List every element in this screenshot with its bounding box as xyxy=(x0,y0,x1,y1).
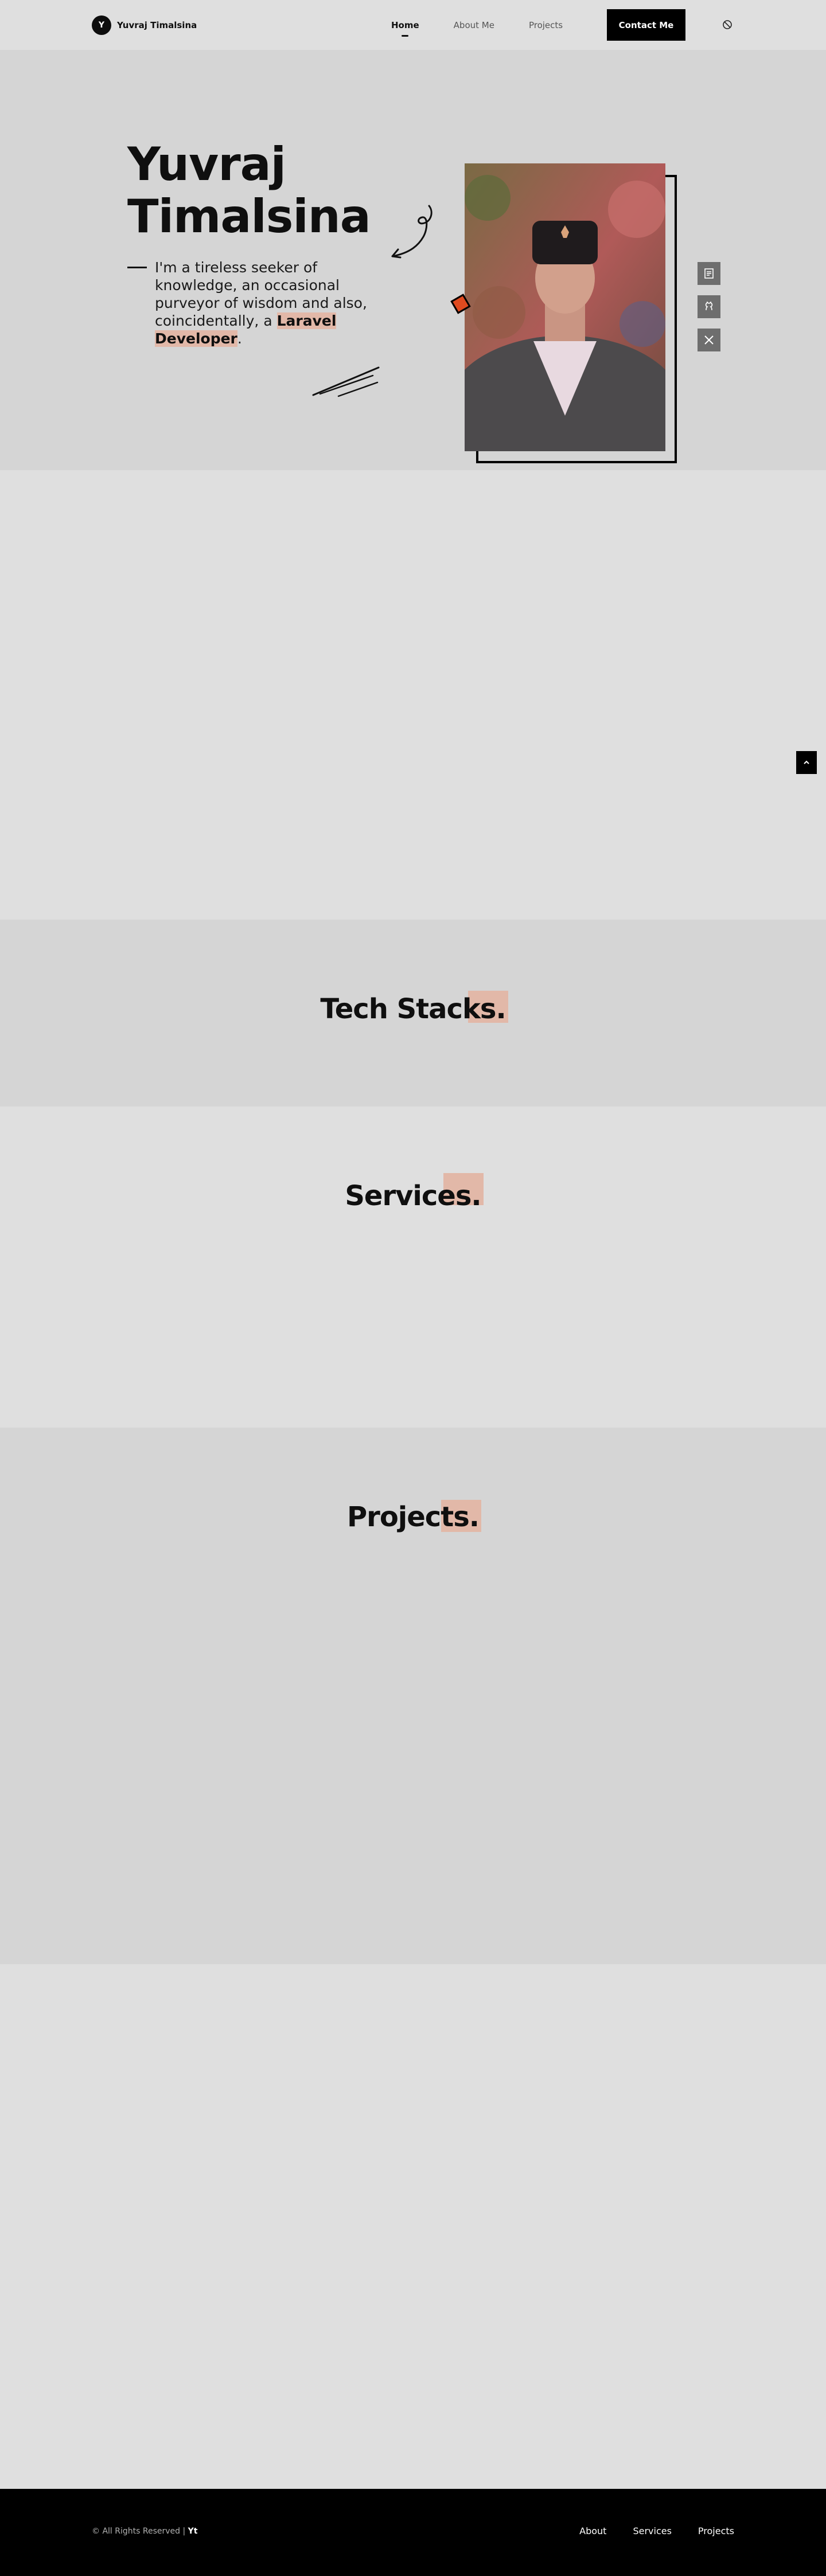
projects-section: Projects. xyxy=(0,1428,826,1964)
services-title-wrap: Services. xyxy=(0,1173,826,1212)
hero-desc-end: . xyxy=(237,330,242,347)
scroll-top-button[interactable] xyxy=(796,751,817,774)
tech-stacks-title-text: Tech Stacks. xyxy=(320,993,506,1025)
github-icon[interactable] xyxy=(698,295,720,318)
hero-title-line1: Yuvraj xyxy=(127,138,286,191)
tech-stacks-section: Tech Stacks. xyxy=(0,920,826,1107)
hero-description: I'm a tireless seeker of knowledge, an o… xyxy=(155,259,396,347)
footer-links: About Services Projects xyxy=(579,2526,734,2536)
contact-button[interactable]: Contact Me xyxy=(607,9,685,41)
copyright-mark[interactable]: Yt xyxy=(188,2527,198,2536)
services-title: Services. xyxy=(345,1173,484,1212)
top-nav: Y Yuvraj Timalsina Home About Me Project… xyxy=(0,0,826,50)
hero-title-line2: Timalsina xyxy=(127,190,371,243)
profile-photo-illustration xyxy=(465,163,665,451)
copyright: © All Rights Reserved | Yt xyxy=(92,2527,198,2536)
nav-link-about[interactable]: About Me xyxy=(454,20,494,30)
footer: © All Rights Reserved | Yt About Service… xyxy=(0,2489,826,2576)
hero-section: Yuvraj Timalsina I'm a tireless seeker o… xyxy=(0,50,826,470)
tech-stacks-title: Tech Stacks. xyxy=(320,991,508,1025)
projects-title-text: Projects. xyxy=(346,1501,480,1533)
curl-arrow-icon xyxy=(391,205,433,259)
brand-logo[interactable]: Y xyxy=(92,15,111,35)
profile-photo xyxy=(465,163,665,451)
theme-toggle-icon[interactable] xyxy=(722,19,733,30)
footer-link-services[interactable]: Services xyxy=(633,2526,671,2536)
services-title-text: Services. xyxy=(345,1180,481,1212)
hero-dash xyxy=(127,267,147,268)
nav-links: Home About Me Projects xyxy=(391,0,563,50)
brand[interactable]: Y Yuvraj Timalsina xyxy=(92,15,197,35)
scribble-lines-icon xyxy=(312,366,380,397)
projects-title: Projects. xyxy=(346,1500,482,1533)
contact-section xyxy=(0,1964,826,2489)
x-icon[interactable] xyxy=(698,329,720,351)
nav-link-projects[interactable]: Projects xyxy=(529,20,563,30)
brand-name[interactable]: Yuvraj Timalsina xyxy=(117,20,197,30)
copyright-text: © All Rights Reserved | xyxy=(92,2527,188,2536)
resume-icon[interactable] xyxy=(698,262,720,285)
hero-title: Yuvraj Timalsina xyxy=(127,138,391,243)
chevron-up-icon xyxy=(804,760,809,764)
nav-link-home[interactable]: Home xyxy=(391,20,419,30)
services-section: Services. xyxy=(0,1107,826,1428)
about-section xyxy=(0,470,826,920)
projects-title-wrap: Projects. xyxy=(0,1500,826,1533)
tech-title-wrap: Tech Stacks. xyxy=(0,991,826,1025)
footer-link-about[interactable]: About xyxy=(579,2526,606,2536)
footer-link-projects[interactable]: Projects xyxy=(698,2526,734,2536)
